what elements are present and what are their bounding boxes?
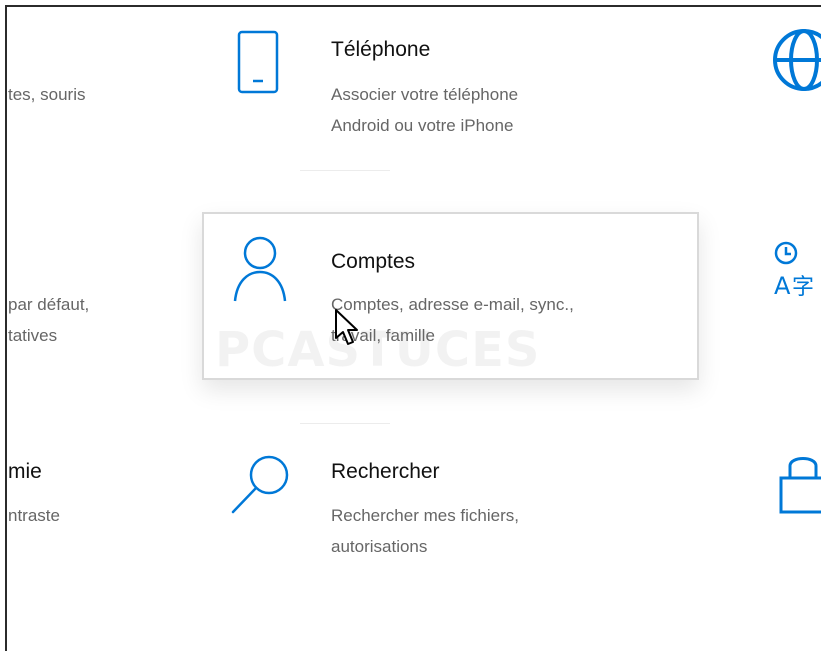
left-item-3-title[interactable]: mie [8,460,42,484]
search-icon [231,455,289,514]
settings-item-description-line2: autorisations [331,537,428,556]
left-item-1-description[interactable]: tes, souris [8,79,85,110]
person-icon [233,236,287,302]
left-item-2-description-line1[interactable]: par défaut, [8,289,89,320]
settings-item-title: Téléphone [331,38,431,61]
settings-item-title: Rechercher [331,460,440,483]
phone-icon [237,30,279,94]
left-item-3-description[interactable]: ntraste [8,500,60,531]
lock-icon[interactable] [778,448,821,514]
divider [300,423,390,424]
settings-item-description-line2: Android ou votre iPhone [331,116,514,135]
left-item-2-description-line2[interactable]: tatives [8,320,57,351]
settings-item-description-line1[interactable]: Comptes, adresse e-mail, sync., [331,289,574,320]
divider [300,170,390,171]
settings-item-description-line1: Rechercher mes fichiers, [331,506,520,525]
language-icon[interactable]: A 字 [773,240,821,302]
settings-item-description-line1: Associer votre téléphone [331,85,519,104]
svg-text:字: 字 [792,275,814,300]
settings-item-title[interactable]: Comptes [331,250,415,274]
globe-icon[interactable] [770,25,821,95]
svg-text:A: A [774,272,791,300]
mouse-cursor-icon [335,309,358,345]
